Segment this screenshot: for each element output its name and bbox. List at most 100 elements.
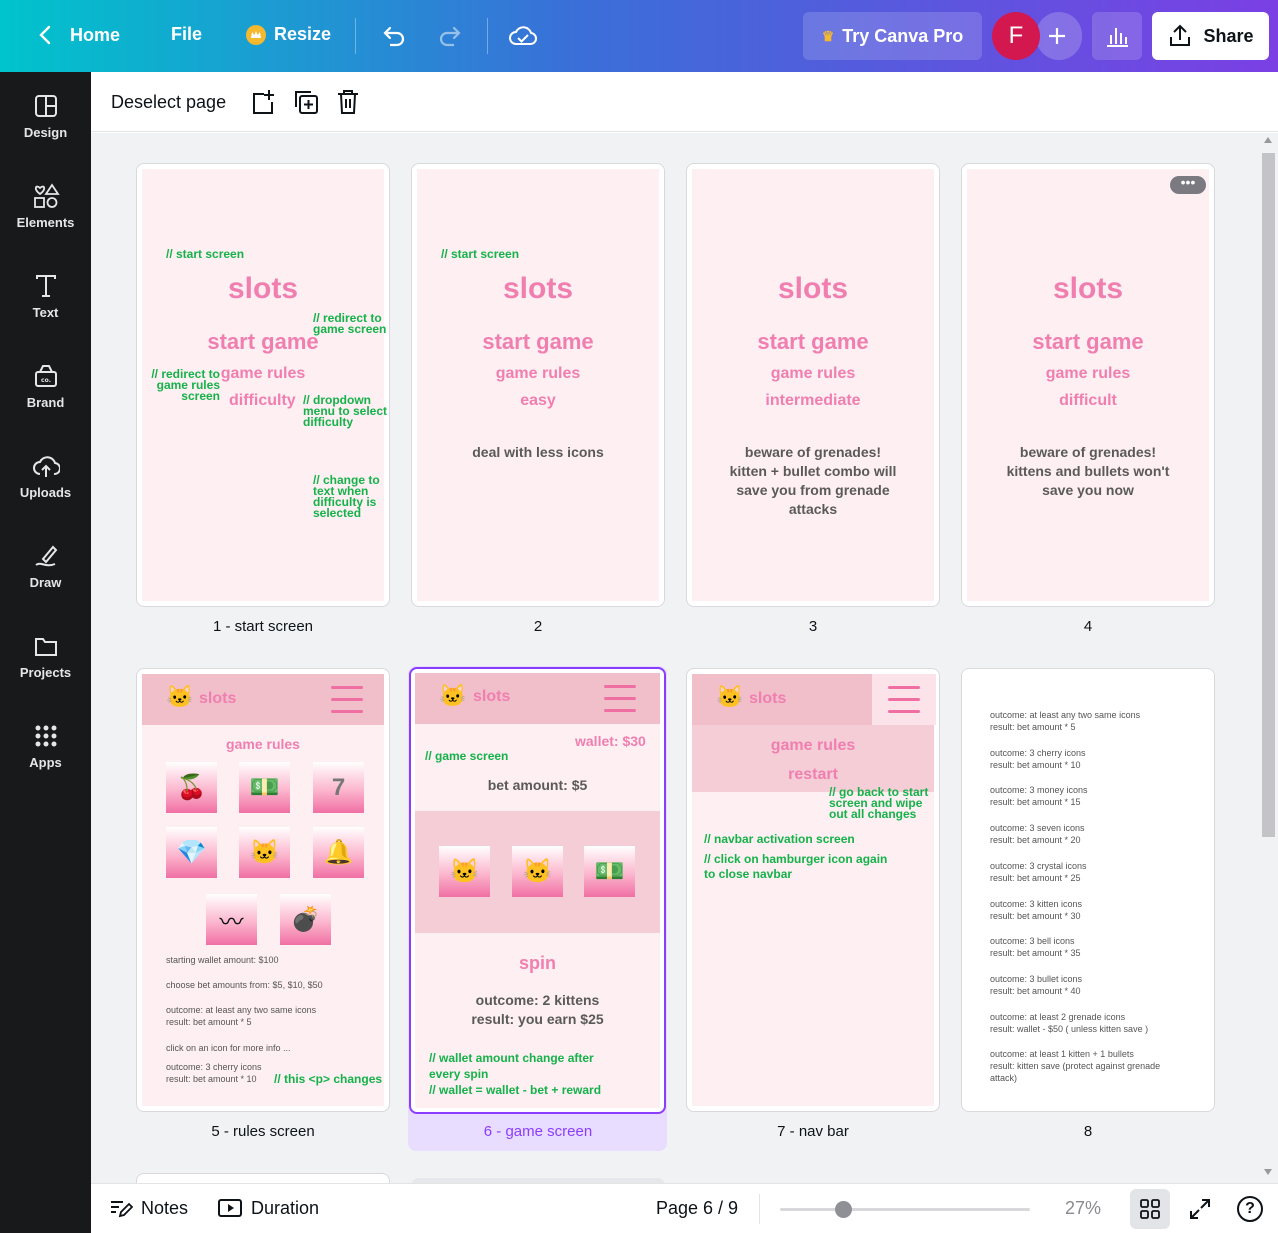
page-thumbnail-3[interactable]: slots start game game rules intermediate…	[686, 163, 940, 607]
sidebar-item-apps[interactable]: Apps	[0, 706, 91, 786]
game-rules-text: game rules	[1045, 365, 1131, 382]
grid-view-button[interactable]	[1130, 1189, 1170, 1229]
sidebar-item-label: Design	[23, 124, 68, 140]
start-game-text: start game	[1032, 329, 1144, 354]
zoom-level[interactable]: 27%	[1051, 1198, 1101, 1219]
try-pro-label: Try Canva Pro	[842, 25, 964, 46]
sidebar-item-uploads[interactable]: Uploads	[0, 436, 91, 516]
rules-line: result: bet amount * 5	[990, 722, 1076, 732]
outcome-text: outcome: 2 kittens	[475, 992, 600, 1008]
avatar[interactable]: F	[992, 12, 1040, 60]
zoom-slider[interactable]	[780, 1201, 1030, 1218]
description-text: save you from grenade	[736, 482, 890, 498]
bottom-bar: Notes Duration Page 6 / 9 27% ?	[91, 1183, 1278, 1233]
cloud-saved-icon[interactable]	[508, 22, 538, 55]
difficulty-text: easy	[520, 392, 556, 409]
brand-text: slots	[473, 688, 511, 705]
sidebar-item-projects[interactable]: Projects	[0, 616, 91, 696]
share-button[interactable]: Share	[1152, 12, 1269, 60]
page-toolbar: Deselect page	[91, 72, 1278, 132]
rules-line: outcome: 3 money icons	[990, 785, 1088, 796]
page-thumbnail-8[interactable]: outcome: at least any two same icons resu…	[961, 668, 1215, 1112]
start-game-text: start game	[207, 329, 319, 354]
rules-line: outcome: 3 bell icons	[990, 936, 1075, 947]
design-icon	[34, 94, 57, 117]
app-navbar: 🐱 slots	[415, 673, 660, 724]
help-icon[interactable]: ?	[1237, 1196, 1263, 1222]
kitten-icon: 🐱	[239, 827, 290, 878]
scroll-down-icon[interactable]	[1264, 1169, 1272, 1175]
game-rules-text: game rules	[220, 365, 306, 382]
deselect-page-button[interactable]: Deselect page	[111, 92, 226, 113]
comment-text: // click on hamburger icon again	[704, 852, 888, 866]
zoom-slider-handle[interactable]	[835, 1201, 853, 1218]
duplicate-page-icon[interactable]	[292, 88, 320, 121]
notes-button[interactable]: Notes	[109, 1197, 188, 1219]
sidebar-item-elements[interactable]: Elements	[0, 166, 91, 246]
redo-icon[interactable]	[438, 24, 464, 53]
undo-icon[interactable]	[380, 24, 406, 53]
page-thumbnail-9[interactable]	[136, 1173, 390, 1183]
difficulty-text: intermediate	[765, 392, 861, 409]
text-icon	[35, 274, 56, 297]
rules-line: result: bet amount * 35	[990, 948, 1081, 959]
vertical-scrollbar[interactable]	[1259, 133, 1278, 1183]
sidebar-item-draw[interactable]: Draw	[0, 526, 91, 606]
rules-list: outcome: at least any two same icons resu…	[962, 669, 1214, 1111]
add-page-icon[interactable]	[250, 88, 276, 121]
money-icon: 💵	[584, 846, 635, 897]
menu-game-rules: game rules	[770, 737, 856, 754]
draw-icon	[34, 545, 57, 566]
rules-line: result: wallet - $50 ( unless kitten sav…	[990, 1023, 1149, 1034]
bell-icon: 🔔	[313, 827, 364, 878]
notes-icon	[111, 1201, 133, 1218]
apps-icon	[35, 725, 56, 746]
sidebar-item-text[interactable]: Text	[0, 256, 91, 336]
title-text: slots	[227, 272, 299, 305]
delete-page-icon[interactable]	[335, 88, 361, 121]
insights-button[interactable]	[1092, 12, 1142, 60]
page-thumbnail-5[interactable]: 🐱 slots game rules 🍒 💵 7 💎 🐱 🔔 〰 💣 start…	[136, 668, 390, 1112]
sidebar-item-design[interactable]: Design	[0, 76, 91, 156]
page-thumbnail-2[interactable]: // start screen slots start game game ru…	[411, 163, 665, 607]
page-thumbnail-6[interactable]: 🐱 slots wallet: $30 // game screen bet a…	[409, 667, 666, 1114]
try-pro-button[interactable]: ♛ Try Canva Pro	[803, 12, 982, 60]
difficulty-text: difficulty	[229, 392, 296, 409]
rules-line: result: bet amount * 20	[990, 835, 1081, 846]
divider	[759, 1194, 760, 1224]
rules-line: outcome: at least any two same icons	[990, 710, 1141, 720]
sidebar-item-label: Draw	[29, 574, 62, 590]
brand-text: slots	[749, 690, 787, 707]
rules-text: result: bet amount * 5	[166, 1017, 252, 1027]
file-menu[interactable]: File	[171, 24, 202, 45]
add-collaborator-button[interactable]	[1036, 12, 1082, 60]
scrollbar-thumb[interactable]	[1262, 153, 1275, 837]
page-thumbnail-1[interactable]: // start screen slots // redirect to gam…	[136, 163, 390, 607]
app-navbar: 🐱 slots	[142, 674, 384, 725]
seven-icon: 7	[313, 762, 364, 813]
page-thumbnail-7[interactable]: 🐱 slots game rules restart // go back to…	[686, 668, 940, 1112]
rules-line: result: bet amount * 15	[990, 797, 1081, 808]
projects-icon	[34, 637, 57, 656]
more-options-icon[interactable]: •••	[1170, 175, 1206, 194]
description-text: deal with less icons	[472, 444, 604, 460]
scroll-up-icon[interactable]	[1264, 137, 1272, 143]
page-indicator[interactable]: Page 6 / 9	[656, 1198, 738, 1219]
comment-text: every spin	[429, 1067, 489, 1081]
resize-button[interactable]: Resize	[246, 24, 331, 45]
rules-line: result: bet amount * 25	[990, 872, 1081, 883]
rules-line: attack)	[990, 1073, 1018, 1084]
description-text: kitten + bullet combo will	[729, 463, 897, 479]
rules-line: outcome: 3 bullet icons	[990, 973, 1083, 984]
sidebar-item-brand[interactable]: co. Brand	[0, 346, 91, 426]
page-thumbnail-4[interactable]: slots start game game rules difficult be…	[961, 163, 1215, 607]
duration-button[interactable]: Duration	[217, 1197, 319, 1219]
app-navbar: 🐱 slots	[692, 674, 872, 725]
menu-restart: restart	[788, 766, 838, 783]
fullscreen-icon[interactable]	[1188, 1197, 1212, 1226]
home-button[interactable]: Home	[36, 24, 120, 46]
sidebar-item-label: Apps	[29, 754, 62, 770]
rules-text: starting wallet amount: $100	[166, 955, 279, 965]
kitten-icon: 🐱	[512, 846, 563, 897]
wallet-text: wallet: $30	[575, 733, 646, 749]
